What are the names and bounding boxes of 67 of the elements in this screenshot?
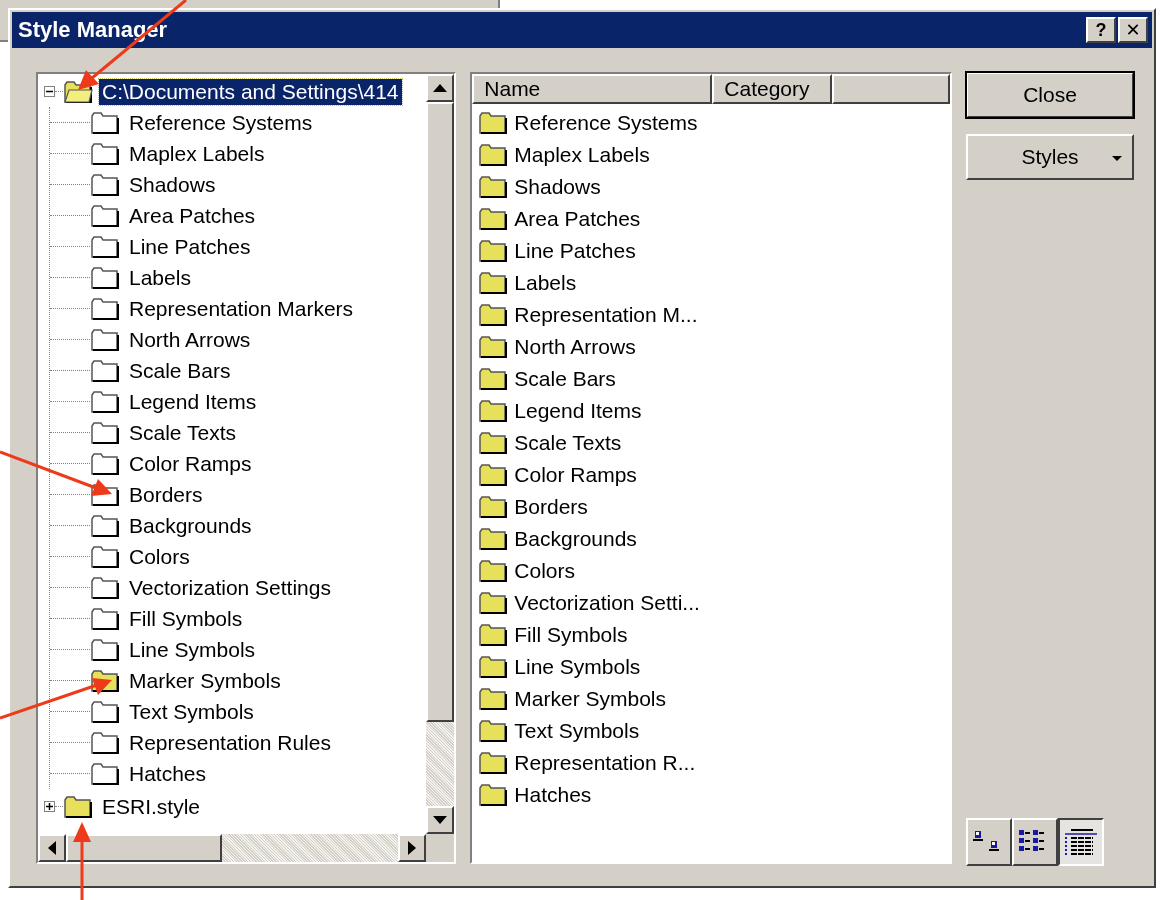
list-item[interactable]: Vectorization Setti... <box>514 591 700 615</box>
close-dialog-button[interactable]: Close <box>966 72 1134 118</box>
tree-item[interactable]: Shadows <box>126 171 219 198</box>
scrollbar-thumb[interactable] <box>66 834 222 862</box>
column-header[interactable]: Category <box>712 74 833 104</box>
tree-item[interactable]: Borders <box>126 481 206 508</box>
tree-item[interactable]: Representation Markers <box>126 295 357 322</box>
tree-item[interactable]: Representation Rules <box>126 729 334 756</box>
list-item[interactable]: Hatches <box>514 783 592 807</box>
list-item[interactable]: Color Ramps <box>514 463 637 487</box>
up-arrow-icon <box>433 84 448 92</box>
tree-item[interactable]: Line Symbols <box>126 636 259 663</box>
tree-item[interactable]: Scale Texts <box>126 419 239 446</box>
tree-item[interactable]: Colors <box>126 543 193 570</box>
tree-item[interactable]: Fill Symbols <box>126 605 246 632</box>
list-item[interactable]: Shadows <box>514 175 601 199</box>
tree-item[interactable]: Backgrounds <box>126 512 255 539</box>
list-item[interactable]: Scale Bars <box>514 367 616 391</box>
list-item[interactable]: Text Symbols <box>514 719 640 743</box>
list-item[interactable]: Reference Systems <box>514 111 698 135</box>
tree-item[interactable]: North Arrows <box>126 326 254 353</box>
list-item[interactable]: Backgrounds <box>514 527 637 551</box>
tree-item[interactable]: Scale Bars <box>126 357 234 384</box>
tree-item[interactable]: Maplex Labels <box>126 140 268 167</box>
list-item[interactable]: Colors <box>514 559 575 583</box>
column-header[interactable]: Name <box>472 74 713 104</box>
down-arrow-icon <box>433 816 448 824</box>
caret-icon <box>1112 156 1122 161</box>
list-item[interactable]: North Arrows <box>514 335 636 359</box>
list-item[interactable]: Maplex Labels <box>514 143 650 167</box>
left-arrow-icon <box>48 841 56 855</box>
list-item[interactable]: Legend Items <box>514 399 642 423</box>
list-item[interactable]: Scale Texts <box>514 431 622 455</box>
tree-item[interactable]: Color Ramps <box>126 450 255 477</box>
details-view-icon <box>1065 828 1097 856</box>
expand-toggle[interactable] <box>44 801 55 812</box>
list-item[interactable]: Line Patches <box>514 239 636 263</box>
dropdown-button[interactable]: Styles <box>966 134 1134 180</box>
tree-item[interactable]: ESRI.style <box>99 793 204 820</box>
collapse-toggle[interactable] <box>44 86 55 97</box>
tree-item[interactable]: Vectorization Settings <box>126 574 334 601</box>
tree-item[interactable]: Text Symbols <box>126 698 257 725</box>
list-item[interactable]: Line Symbols <box>514 655 641 679</box>
right-arrow-icon <box>408 841 417 855</box>
tree-item[interactable]: Marker Symbols <box>126 667 284 694</box>
list-item[interactable]: Marker Symbols <box>514 687 666 711</box>
view-button[interactable] <box>1058 818 1104 866</box>
list-item[interactable]: Representation R... <box>514 751 696 775</box>
tree-item[interactable]: Area Patches <box>126 202 259 229</box>
close-button[interactable]: ✕ <box>1118 17 1148 43</box>
vertical-scrollbar[interactable] <box>426 74 455 834</box>
tree-item[interactable]: C:\Documents and Settings\414 <box>99 78 402 105</box>
tree-item[interactable]: Labels <box>126 264 194 291</box>
list-item[interactable]: Labels <box>514 271 577 295</box>
list-item[interactable]: Representation M... <box>514 303 698 327</box>
list-item[interactable]: Borders <box>514 495 588 519</box>
horizontal-scrollbar[interactable] <box>38 834 427 862</box>
tree-item[interactable]: Reference Systems <box>126 109 316 136</box>
tree-item[interactable]: Legend Items <box>126 388 260 415</box>
list-item[interactable]: Area Patches <box>514 207 641 231</box>
scrollbar-corner <box>426 834 455 862</box>
tree-item[interactable]: Hatches <box>126 760 210 787</box>
tree-item[interactable]: Line Patches <box>126 233 254 260</box>
list-item[interactable]: Fill Symbols <box>514 623 628 647</box>
help-button[interactable]: ? <box>1086 17 1116 43</box>
plus-icon <box>45 802 54 811</box>
scrollbar-thumb[interactable] <box>426 102 455 722</box>
